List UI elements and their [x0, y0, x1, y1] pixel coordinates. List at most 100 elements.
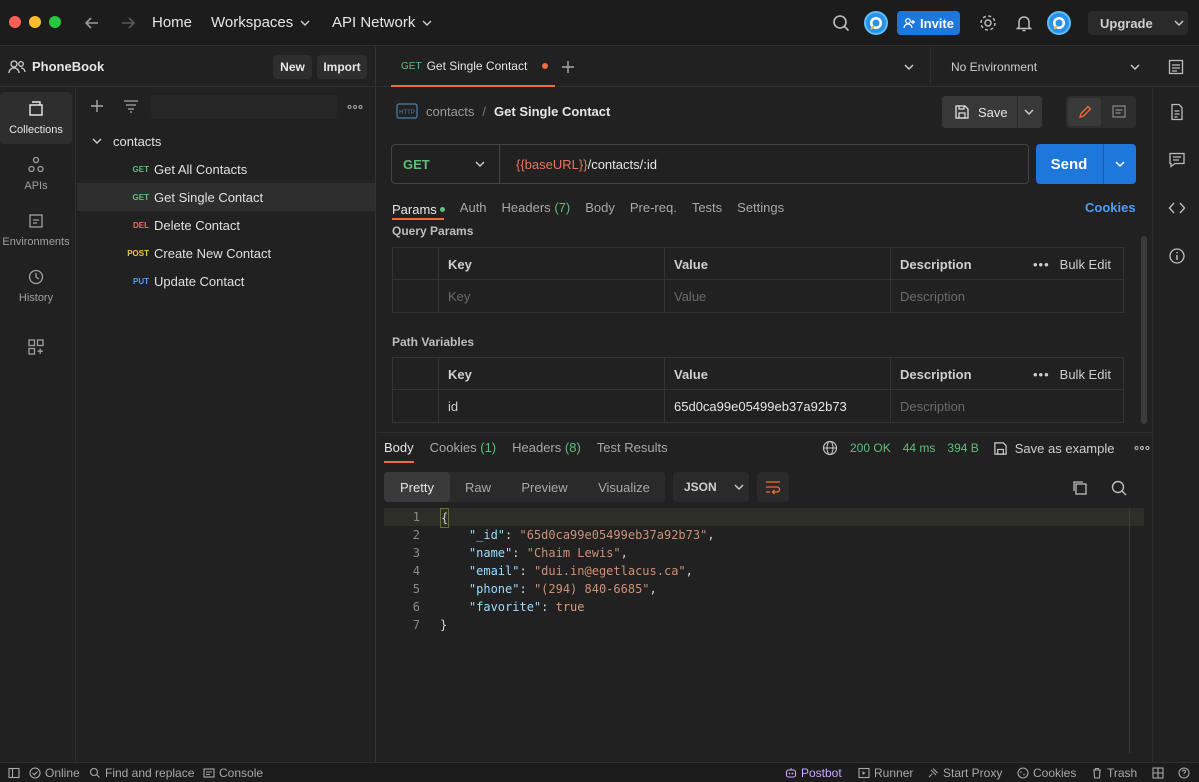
response-tab-cookies[interactable]: Cookies (1): [430, 440, 496, 455]
response-tab-body[interactable]: Body: [384, 440, 414, 455]
response-status[interactable]: 200 OK: [850, 441, 891, 455]
copy-icon[interactable]: [1071, 479, 1089, 497]
maximize-window-button[interactable]: [49, 16, 61, 28]
tab-params[interactable]: Params: [392, 200, 445, 220]
save-button[interactable]: Save: [942, 96, 1016, 128]
rail-item-collections[interactable]: Collections: [0, 92, 72, 144]
find-replace-button[interactable]: Find and replace: [89, 766, 194, 780]
view-tab-preview[interactable]: Preview: [506, 472, 583, 502]
send-button[interactable]: Send: [1036, 144, 1102, 184]
nav-workspaces[interactable]: Workspaces: [211, 14, 311, 31]
param-value-input[interactable]: Value: [664, 280, 890, 312]
url-input[interactable]: {{baseURL}}/contacts/:id: [516, 157, 657, 172]
path-variable-description-input[interactable]: Description: [890, 390, 1124, 422]
bulk-edit-button[interactable]: ••• Bulk Edit: [1024, 358, 1124, 390]
response-size[interactable]: 394 B: [947, 441, 978, 455]
tabs-dropdown-icon[interactable]: [903, 61, 915, 73]
collection-search-input[interactable]: [151, 95, 337, 119]
edit-mode-button[interactable]: [1068, 98, 1101, 126]
param-description-input[interactable]: Description: [890, 280, 1124, 312]
minimize-window-button[interactable]: [29, 16, 41, 28]
rail-item-apis[interactable]: APIs: [0, 149, 72, 199]
start-proxy-button[interactable]: Start Proxy: [927, 766, 1002, 780]
plus-icon[interactable]: [90, 99, 104, 113]
settings-gear-icon[interactable]: [977, 12, 999, 34]
code-icon[interactable]: [1168, 199, 1186, 217]
request-title[interactable]: Get Single Contact: [494, 104, 610, 119]
view-tab-raw[interactable]: Raw: [450, 472, 506, 502]
nav-api-network[interactable]: API Network: [332, 14, 433, 31]
view-tab-pretty[interactable]: Pretty: [384, 472, 450, 502]
forward-arrow-icon[interactable]: [118, 13, 138, 33]
send-options-chevron-icon[interactable]: [1114, 158, 1126, 170]
request-scrollbar[interactable]: [1141, 236, 1147, 424]
breadcrumb-collection[interactable]: contacts: [426, 104, 474, 119]
comments-icon[interactable]: [1168, 151, 1186, 169]
invite-button[interactable]: Invite: [897, 11, 960, 35]
search-icon[interactable]: [830, 12, 852, 34]
view-tab-visualize[interactable]: Visualize: [583, 472, 665, 502]
save-options-chevron-icon[interactable]: [1023, 106, 1035, 118]
comment-mode-button[interactable]: [1102, 98, 1135, 126]
new-tab-plus-icon[interactable]: [561, 60, 575, 74]
layout-grid-icon[interactable]: [1152, 767, 1164, 779]
user-avatar[interactable]: [1047, 11, 1071, 35]
notifications-bell-icon[interactable]: [1013, 12, 1035, 34]
sidebar-toggle-icon[interactable]: [8, 767, 20, 779]
upgrade-button[interactable]: Upgrade: [1088, 11, 1188, 35]
tab-settings[interactable]: Settings: [737, 200, 784, 218]
path-variable-key[interactable]: id: [438, 390, 664, 422]
postbot-button[interactable]: Postbot: [785, 766, 842, 780]
console-button[interactable]: Console: [203, 766, 263, 780]
nav-home[interactable]: Home: [152, 14, 192, 31]
cookies-link[interactable]: Cookies: [1085, 200, 1136, 215]
tab-headers[interactable]: Headers (7): [502, 200, 571, 218]
filter-icon[interactable]: [123, 99, 139, 113]
wrap-lines-button[interactable]: [757, 472, 789, 502]
tab-tests[interactable]: Tests: [692, 200, 722, 218]
tab-auth[interactable]: Auth: [460, 200, 487, 218]
param-key-input[interactable]: Key: [438, 280, 664, 312]
response-tab-headers[interactable]: Headers (8): [512, 440, 581, 455]
rail-item-environments[interactable]: Environments: [0, 205, 72, 255]
collection-folder[interactable]: contacts: [77, 127, 375, 155]
environment-select[interactable]: No Environment: [930, 47, 1170, 87]
team-avatar[interactable]: [864, 11, 888, 35]
statusbar-cookies-button[interactable]: Cookies: [1017, 766, 1076, 780]
close-window-button[interactable]: [9, 16, 21, 28]
response-time[interactable]: 44 ms: [903, 441, 936, 455]
environment-quick-look-icon[interactable]: [1168, 59, 1184, 75]
save-as-example-button[interactable]: Save as example: [993, 441, 1114, 456]
help-icon[interactable]: [1178, 767, 1190, 779]
online-status[interactable]: Online: [29, 766, 80, 780]
response-body-editor[interactable]: 1 { 2 "_id": "65d0ca99e05499eb37a92b73",…: [384, 508, 1144, 648]
more-options-icon[interactable]: [1134, 445, 1150, 451]
more-options-icon[interactable]: [347, 104, 363, 110]
request-item-get-all-contacts[interactable]: GET Get All Contacts: [77, 155, 375, 183]
tab-prereq[interactable]: Pre-req.: [630, 200, 677, 218]
request-item-get-single-contact[interactable]: GET Get Single Contact: [77, 183, 375, 211]
tab-get-single-contact[interactable]: GET Get Single Contact: [391, 47, 555, 87]
back-arrow-icon[interactable]: [82, 13, 102, 33]
rail-item-history[interactable]: History: [0, 261, 72, 311]
documentation-icon[interactable]: [1168, 103, 1186, 121]
new-button[interactable]: New: [273, 55, 312, 79]
response-format-select[interactable]: JSON: [673, 472, 749, 502]
request-item-update-contact[interactable]: PUT Update Contact: [77, 267, 375, 295]
tab-body[interactable]: Body: [585, 200, 615, 218]
path-variable-value-input[interactable]: 65d0ca99e05499eb37a92b73: [664, 390, 890, 422]
bulk-edit-button[interactable]: ••• Bulk Edit: [1024, 248, 1124, 280]
runner-button[interactable]: Runner: [858, 766, 913, 780]
workspace-name[interactable]: PhoneBook: [32, 59, 104, 74]
request-item-create-new-contact[interactable]: POST Create New Contact: [77, 239, 375, 267]
rail-item-configure[interactable]: [0, 322, 72, 372]
method-select[interactable]: GET: [392, 145, 500, 183]
search-response-icon[interactable]: [1110, 479, 1128, 497]
import-button[interactable]: Import: [317, 55, 367, 79]
request-item-delete-contact[interactable]: DEL Delete Contact: [77, 211, 375, 239]
response-tab-test-results[interactable]: Test Results: [597, 440, 668, 455]
info-icon[interactable]: [1168, 247, 1186, 265]
globe-icon[interactable]: [822, 440, 838, 456]
response-divider[interactable]: [377, 432, 1152, 433]
trash-button[interactable]: Trash: [1091, 766, 1137, 780]
